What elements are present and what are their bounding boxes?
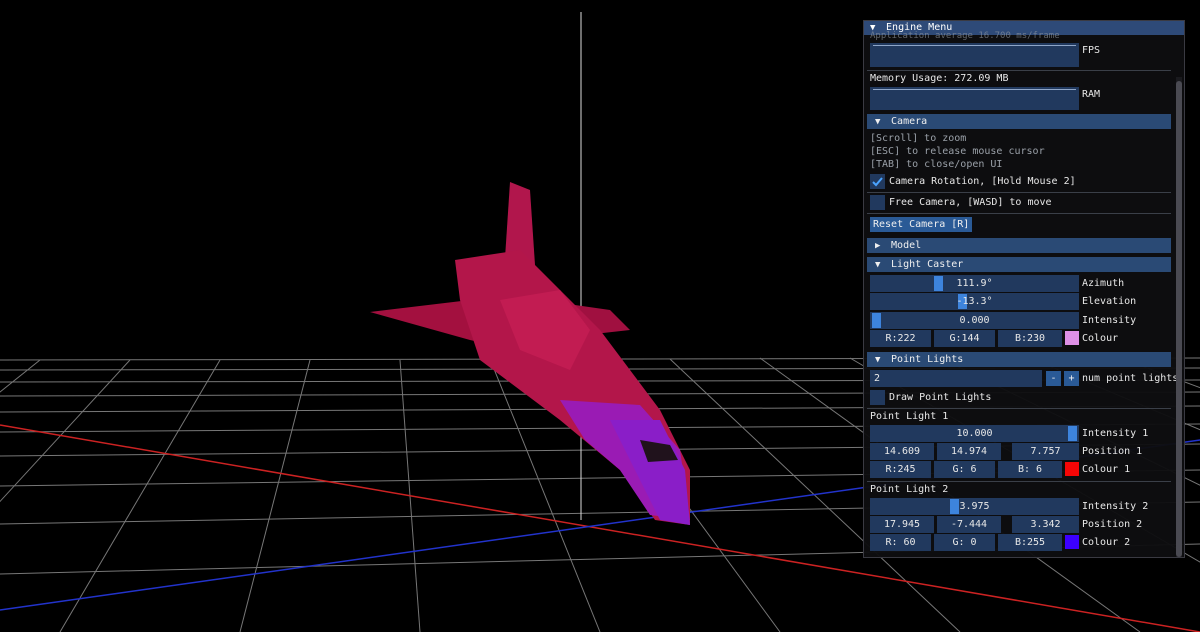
azimuth-slider[interactable]: 111.9° — [870, 275, 1079, 292]
light-caster-header[interactable]: ▼ Light Caster — [867, 257, 1171, 272]
hint-scroll: [Scroll] to zoom — [870, 133, 967, 144]
point-light-1-colour-label: Colour 1 — [1082, 464, 1131, 475]
slider-grab[interactable] — [950, 499, 959, 514]
point-light-1-pos-y[interactable]: 14.974 — [937, 443, 1001, 460]
point-light-1-intensity-label: Intensity 1 — [1082, 428, 1149, 439]
separator — [867, 213, 1171, 214]
ram-plot — [870, 87, 1079, 110]
light-caster-header-label: Light Caster — [891, 259, 964, 270]
point-light-2-intensity-value: 3.975 — [959, 501, 990, 512]
point-light-2-pos-y[interactable]: -7.444 — [937, 516, 1001, 533]
point-light-1-position-label: Position 1 — [1082, 446, 1143, 457]
camera-rotation-label: Camera Rotation, [Hold Mouse 2] — [889, 176, 1076, 187]
draw-point-lights-checkbox[interactable] — [870, 390, 885, 405]
num-point-lights-input[interactable]: 2 — [870, 370, 1042, 387]
free-camera-checkbox[interactable] — [870, 195, 885, 210]
intensity-label: Intensity — [1082, 315, 1137, 326]
point-light-1-colour-g[interactable]: G: 6 — [934, 461, 995, 478]
point-light-2-intensity-slider[interactable]: 3.975 — [870, 498, 1079, 515]
scrollbar-thumb[interactable] — [1176, 81, 1182, 557]
point-light-2-colour-swatch[interactable] — [1065, 535, 1079, 549]
point-light-1-intensity-slider[interactable]: 10.000 — [870, 425, 1079, 442]
point-light-2-colour-r[interactable]: R: 60 — [870, 534, 931, 551]
colour-label: Colour — [1082, 333, 1119, 344]
slider-grab[interactable] — [872, 313, 881, 328]
point-light-2-intensity-label: Intensity 2 — [1082, 501, 1149, 512]
checkmark-icon — [872, 177, 883, 187]
num-point-lights-label: num point lights — [1082, 373, 1179, 384]
elevation-value: -13.3° — [956, 296, 993, 307]
point-lights-header[interactable]: ▼ Point Lights — [867, 352, 1171, 367]
point-light-1-colour-r[interactable]: R:245 — [870, 461, 931, 478]
azimuth-value: 111.9° — [956, 278, 993, 289]
decrement-button[interactable]: - — [1046, 371, 1061, 386]
hint-esc: [ESC] to release mouse cursor — [870, 146, 1045, 157]
point-light-2-position-label: Position 2 — [1082, 519, 1143, 530]
point-light-2-title: Point Light 2 — [870, 484, 949, 495]
ram-label: RAM — [1082, 89, 1101, 100]
model-header[interactable]: ▶ Model — [867, 238, 1171, 253]
separator — [867, 70, 1171, 71]
elevation-label: Elevation — [1082, 296, 1137, 307]
draw-point-lights-label: Draw Point Lights — [889, 392, 992, 403]
collapsed-arrow-icon: ▶ — [875, 241, 881, 251]
expanded-arrow-icon: ▼ — [875, 260, 881, 270]
frame-time-text: Application average 16.700 ms/frame — [870, 31, 1060, 41]
intensity-value: 0.000 — [959, 315, 990, 326]
point-light-2-colour-label: Colour 2 — [1082, 537, 1131, 548]
azimuth-label: Azimuth — [1082, 278, 1125, 289]
separator — [867, 408, 1171, 409]
model-header-label: Model — [891, 240, 922, 251]
point-light-1-pos-z[interactable]: 7.757 — [1012, 443, 1079, 460]
memory-usage-text: Memory Usage: 272.09 MB — [870, 73, 1009, 84]
camera-header[interactable]: ▼ Camera — [867, 114, 1171, 129]
slider-grab[interactable] — [1068, 426, 1077, 441]
camera-header-label: Camera — [891, 116, 928, 127]
point-light-1-colour-b[interactable]: B: 6 — [998, 461, 1062, 478]
engine-menu-window[interactable]: ▼ Engine Menu Application average 16.700… — [863, 20, 1185, 558]
separator — [867, 481, 1171, 482]
elevation-slider[interactable]: -13.3° — [870, 293, 1079, 310]
point-light-1-pos-x[interactable]: 14.609 — [870, 443, 934, 460]
increment-button[interactable]: + — [1064, 371, 1079, 386]
reset-camera-button[interactable]: Reset Camera [R] — [870, 217, 973, 232]
hint-tab: [TAB] to close/open UI — [870, 159, 1003, 170]
point-light-1-title: Point Light 1 — [870, 411, 949, 422]
point-light-2-colour-b[interactable]: B:255 — [998, 534, 1062, 551]
point-light-2-colour-g[interactable]: G: 0 — [934, 534, 995, 551]
point-lights-header-label: Point Lights — [891, 354, 964, 365]
point-light-2-pos-x[interactable]: 17.945 — [870, 516, 934, 533]
colour-b-field[interactable]: B:230 — [998, 330, 1062, 347]
fps-plot — [870, 43, 1079, 67]
slider-grab[interactable] — [934, 276, 943, 291]
fps-label: FPS — [1082, 45, 1101, 56]
separator — [867, 192, 1171, 193]
free-camera-label: Free Camera, [WASD] to move — [889, 197, 1052, 208]
colour-swatch[interactable] — [1065, 331, 1079, 345]
camera-rotation-checkbox[interactable] — [870, 174, 885, 189]
intensity-slider[interactable]: 0.000 — [870, 312, 1079, 329]
point-light-2-pos-z[interactable]: 3.342 — [1012, 516, 1079, 533]
colour-r-field[interactable]: R:222 — [870, 330, 931, 347]
expanded-arrow-icon: ▼ — [875, 117, 881, 127]
point-light-1-colour-swatch[interactable] — [1065, 462, 1079, 476]
point-light-1-intensity-value: 10.000 — [956, 428, 993, 439]
colour-g-field[interactable]: G:144 — [934, 330, 995, 347]
expanded-arrow-icon: ▼ — [875, 355, 881, 365]
